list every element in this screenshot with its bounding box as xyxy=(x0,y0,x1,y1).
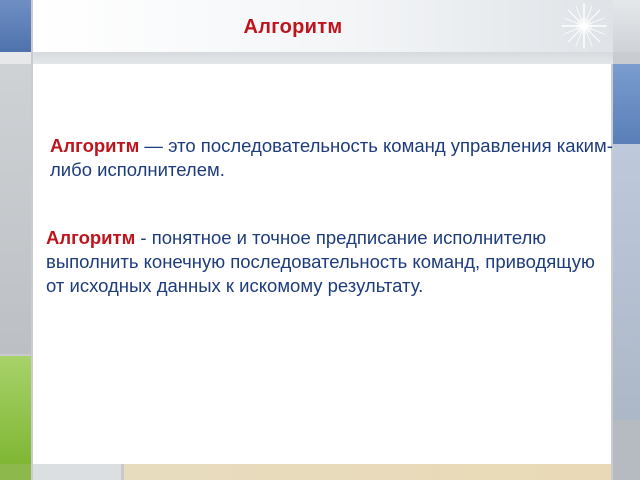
title-bar-divider xyxy=(33,52,613,64)
definition-paragraph-2: Алгоритм - понятное и точное предписание… xyxy=(46,226,606,298)
right-decor-bottom-block xyxy=(613,420,640,480)
bottom-decor-divider xyxy=(121,464,124,480)
right-decor-blue-block xyxy=(613,64,640,144)
left-decor-green-block xyxy=(0,356,31,464)
definition-paragraph-1: Алгоритм — это последовательность команд… xyxy=(50,134,640,182)
left-decor-light-band xyxy=(0,52,31,64)
content-area: Алгоритм — это последовательность команд… xyxy=(33,64,613,464)
left-decor-gray-block xyxy=(0,64,31,354)
left-decor-bottom-block xyxy=(0,464,31,480)
left-decor-blue-block xyxy=(0,0,31,52)
bottom-decor-strip xyxy=(33,464,611,480)
definition-term: Алгоритм xyxy=(46,227,136,248)
sparkle-icon xyxy=(561,3,607,49)
definition-term: Алгоритм xyxy=(50,135,140,156)
right-decor-top-block xyxy=(613,0,640,52)
slide-title: Алгоритм xyxy=(243,16,343,38)
slide: Алгоритм Алгоритм — это последовательнос… xyxy=(0,0,640,480)
